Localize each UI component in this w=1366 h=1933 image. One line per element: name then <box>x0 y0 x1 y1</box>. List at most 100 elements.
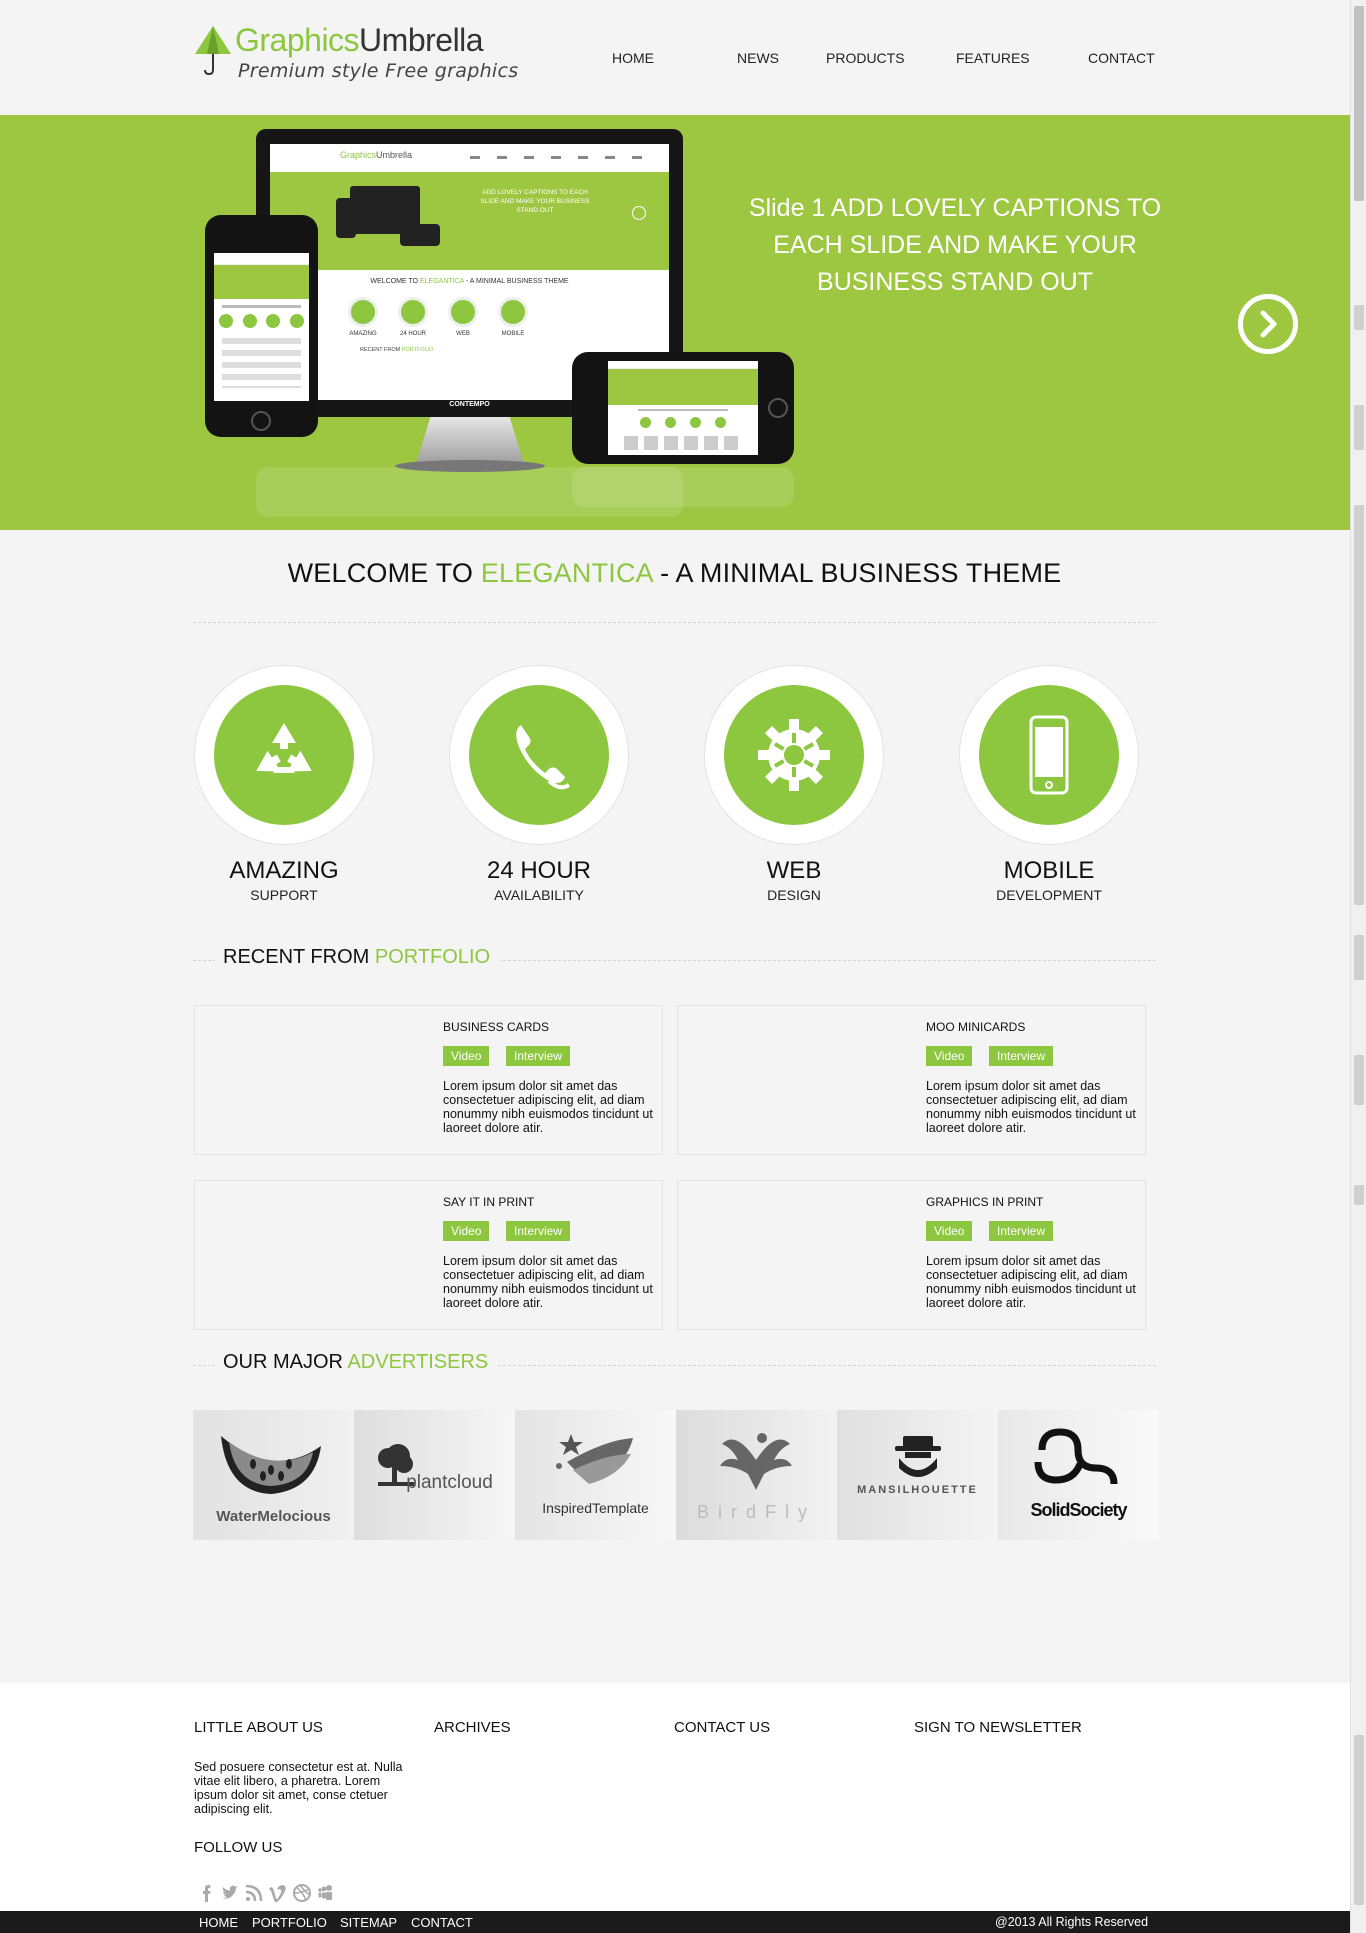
vimeo-icon[interactable] <box>268 1883 288 1903</box>
nav-products[interactable]: PRODUCTS <box>826 50 905 66</box>
site-header: GraphicsUmbrella Premium style Free grap… <box>0 0 1350 115</box>
footer-about-heading: LITTLE ABOUT US <box>194 1719 323 1736</box>
feature-title: 24 HOUR <box>486 857 592 884</box>
footer-link-sitemap[interactable]: SITEMAP <box>340 1915 397 1930</box>
facebook-icon[interactable] <box>198 1883 218 1903</box>
portfolio-card[interactable]: MOO MINICARDS Video Interview Lorem ipsu… <box>677 1005 1146 1155</box>
monitor-base <box>395 460 545 472</box>
feature-disc <box>469 685 609 825</box>
mock-caption: ADD LOVELY CAPTIONS TO EACH SLIDE AND MA… <box>480 189 590 214</box>
footer-link-home[interactable]: HOME <box>199 1915 238 1930</box>
feature-availability[interactable]: 24 HOUR AVAILABILITY <box>449 665 629 903</box>
mock-recycle-icon <box>348 297 378 327</box>
feature-ring <box>959 665 1139 845</box>
mock-header <box>608 361 758 369</box>
nav-contact[interactable]: CONTACT <box>1088 50 1155 66</box>
portfolio-title[interactable]: GRAPHICS IN PRINT <box>926 1195 1043 1209</box>
tag-video[interactable]: Video <box>443 1046 490 1066</box>
advertiser-inspiredtemplate[interactable]: InspiredTemplate <box>515 1410 676 1540</box>
feature-ring <box>704 665 884 845</box>
scrollbar-thumb[interactable] <box>1354 6 1364 201</box>
footer-bottom-bar: HOME PORTFOLIO SITEMAP CONTACT @2013 All… <box>0 1911 1350 1933</box>
hero-caption: Slide 1 ADD LOVELY CAPTIONS TO EACH SLID… <box>748 194 1162 296</box>
tag-interview[interactable]: Interview <box>506 1221 571 1241</box>
portfolio-thumbnail[interactable] <box>195 1181 425 1329</box>
portfolio-description: Lorem ipsum dolor sit amet das consectet… <box>443 1079 653 1135</box>
portfolio-thumbnail[interactable] <box>678 1006 908 1154</box>
recycle-icon <box>256 723 312 773</box>
feature-mobile[interactable]: MOBILE DEVELOPMENT <box>959 665 1139 903</box>
mock-welcome: WELCOME TO ELEGANTICA - A MINIMAL BUSINE… <box>370 278 569 285</box>
feature-web-design[interactable]: WEB DESIGN <box>704 665 884 903</box>
portfolio-card[interactable]: GRAPHICS IN PRINT Video Interview Lorem … <box>677 1180 1146 1330</box>
advertiser-watermelocious[interactable]: WaterMelocious <box>193 1410 354 1540</box>
mock-icons <box>608 417 758 428</box>
footer-contact-heading: CONTACT US <box>674 1719 771 1736</box>
nav-home[interactable]: HOME <box>612 50 654 66</box>
mock-header <box>214 253 309 265</box>
tag-video[interactable]: Video <box>443 1221 490 1241</box>
portfolio-thumbnail[interactable] <box>195 1006 425 1154</box>
shooting-star-icon <box>556 1434 633 1484</box>
advertiser-mansilhouette[interactable]: MANSILHOUETTE <box>837 1410 998 1540</box>
logo-tagline: Premium style Free graphics <box>238 60 519 82</box>
tag-interview[interactable]: Interview <box>989 1046 1054 1066</box>
phone-vertical-screen <box>214 253 309 401</box>
tag-video[interactable]: Video <box>926 1046 973 1066</box>
footer-follow-label: FOLLOW US <box>194 1839 283 1856</box>
portfolio-card[interactable]: BUSINESS CARDS Video Interview Lorem ips… <box>194 1005 663 1155</box>
mock-gear-icon <box>448 297 478 327</box>
portfolio-title[interactable]: BUSINESS CARDS <box>443 1020 549 1034</box>
rss-icon[interactable] <box>244 1883 264 1903</box>
portfolio-title[interactable]: MOO MINICARDS <box>926 1020 1025 1034</box>
nav-news[interactable]: NEWS <box>737 50 779 66</box>
tag-video[interactable]: Video <box>926 1221 973 1241</box>
man-silhouette-icon <box>895 1436 941 1477</box>
feature-disc <box>979 685 1119 825</box>
scrollbar-marker <box>1354 1055 1364 1105</box>
myspace-icon[interactable] <box>316 1883 336 1903</box>
mock-hero <box>214 265 309 299</box>
advertiser-plantcloud[interactable]: plantcloud <box>354 1410 515 1540</box>
portfolio-card[interactable]: SAY IT IN PRINT Video Interview Lorem ip… <box>194 1180 663 1330</box>
feature-ring <box>194 665 374 845</box>
mock-dot <box>690 417 701 428</box>
feature-title: MOBILE <box>1003 857 1095 884</box>
mock-mobile-icon <box>498 297 528 327</box>
slider-next-button[interactable] <box>1238 294 1298 354</box>
nav-features[interactable]: FEATURES <box>956 50 1030 66</box>
dribbble-icon[interactable] <box>292 1883 312 1903</box>
umbrella-icon <box>195 26 231 76</box>
footer-about-text: Sed posuere consectetur est at. Nulla vi… <box>194 1760 403 1816</box>
footer-archives-heading: ARCHIVES <box>434 1719 511 1736</box>
mobile-phone-icon <box>1029 715 1069 795</box>
advertiser-label: MANSILHOUETTE <box>857 1484 978 1496</box>
chevron-right-icon <box>1260 310 1277 338</box>
portfolio-description: Lorem ipsum dolor sit amet das consectet… <box>926 1254 1136 1310</box>
feature-subtitle: DESIGN <box>767 887 821 903</box>
portfolio-thumbnail[interactable] <box>678 1181 908 1329</box>
vertical-scrollbar[interactable] <box>1350 0 1366 1933</box>
gear-icon <box>758 719 830 791</box>
logo-title: GraphicsUmbrella <box>235 22 484 58</box>
phone-reflection <box>572 467 794 507</box>
advertisers-heading-text: OUR MAJOR ADVERTISERS <box>215 1351 499 1374</box>
advertiser-birdfly[interactable]: BirdFly <box>676 1410 837 1540</box>
tag-interview[interactable]: Interview <box>989 1221 1054 1241</box>
feature-support[interactable]: AMAZING SUPPORT <box>194 665 374 903</box>
feature-title: WEB <box>766 857 822 884</box>
advertiser-label: plantcloud <box>406 1472 493 1493</box>
twitter-icon[interactable] <box>220 1883 240 1903</box>
mock-dot <box>715 417 726 428</box>
logo[interactable]: GraphicsUmbrella Premium style Free grap… <box>193 22 518 86</box>
advertiser-solidsociety[interactable]: SolidSociety <box>998 1410 1159 1540</box>
footer-link-contact[interactable]: CONTACT <box>411 1915 473 1930</box>
portfolio-title[interactable]: SAY IT IN PRINT <box>443 1195 534 1209</box>
tag-interview[interactable]: Interview <box>506 1046 571 1066</box>
portfolio-description: Lorem ipsum dolor sit amet das consectet… <box>443 1254 653 1310</box>
scrollbar-marker <box>1354 1735 1364 1905</box>
feature-disc <box>724 685 864 825</box>
mock-hero: ADD LOVELY CAPTIONS TO EACH SLIDE AND MA… <box>270 172 669 270</box>
footer-link-portfolio[interactable]: PORTFOLIO <box>252 1915 327 1930</box>
mock-next-icon <box>632 206 646 220</box>
